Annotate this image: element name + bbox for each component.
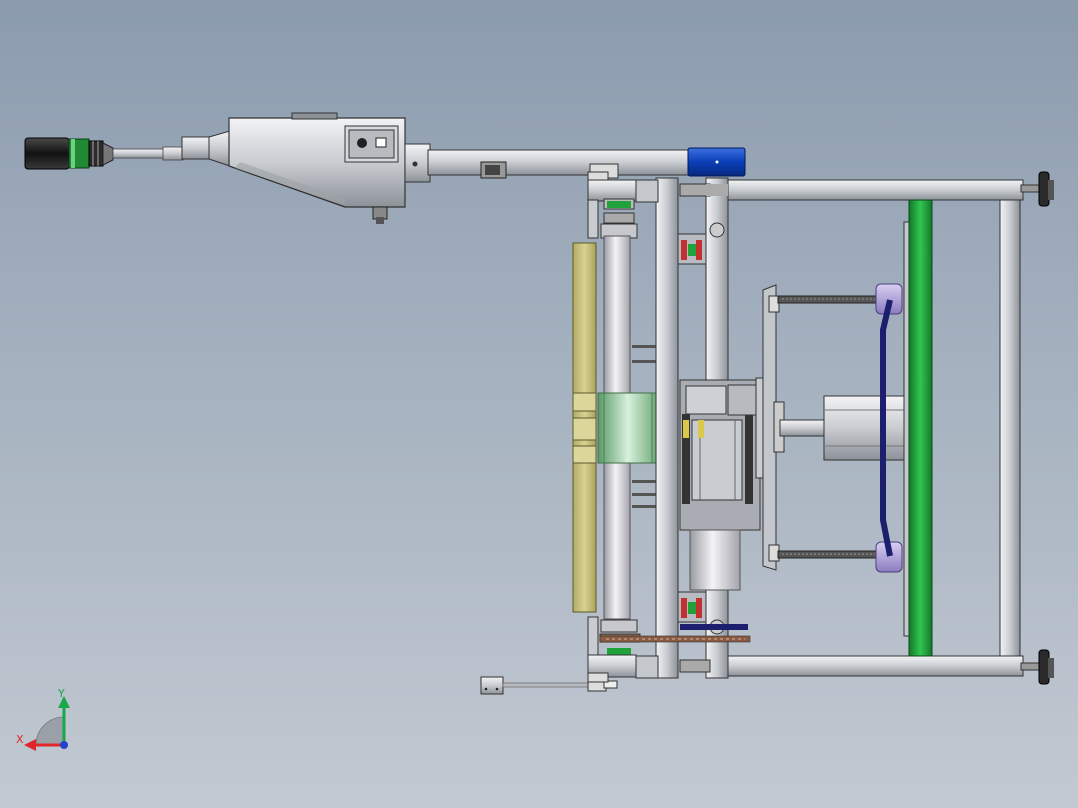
leveling-feet <box>1020 171 1054 685</box>
triad-y-label: Y <box>58 687 65 700</box>
pusher-assembly <box>762 283 905 573</box>
top-arm-assembly <box>24 112 746 224</box>
central-mechanism <box>679 377 767 591</box>
gearbox-housing <box>228 112 406 224</box>
triad-x-label: X <box>16 733 24 746</box>
cad-viewport[interactable]: X Y <box>0 0 1078 808</box>
machine-drawing <box>24 112 1054 751</box>
servo-motor <box>24 137 114 170</box>
guide-plate <box>572 242 597 613</box>
main-roller <box>597 235 659 620</box>
coordinate-triad <box>24 696 70 751</box>
z-axis-dot <box>60 741 68 749</box>
upper-bracket <box>587 171 638 239</box>
x-axis-arrow <box>24 739 36 751</box>
lower-bracket <box>587 616 641 683</box>
